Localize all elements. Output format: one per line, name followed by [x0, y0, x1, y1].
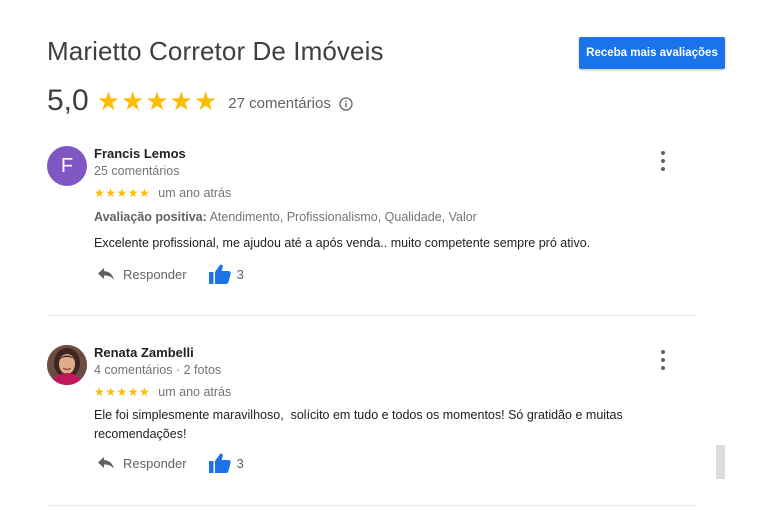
reply-button[interactable]: Responder: [97, 456, 187, 471]
like-button[interactable]: 3: [208, 264, 244, 284]
reply-button[interactable]: Responder: [97, 267, 187, 282]
rating-summary: 5,0 ★★★★★ 27 comentários: [47, 84, 353, 118]
review-rating: ★★★★★ um ano atrás: [94, 383, 654, 401]
average-score: 5,0: [47, 84, 89, 117]
review-item: Renata Zambelli 4 comentários · 2 fotos …: [47, 345, 697, 485]
review-actions: Responder 3: [97, 264, 244, 284]
review-body: Renata Zambelli 4 comentários · 2 fotos …: [94, 345, 654, 444]
thumbs-up-icon: [208, 453, 231, 473]
more-options-icon[interactable]: [655, 151, 671, 171]
review-count: 27 comentários: [228, 94, 331, 112]
avatar[interactable]: [47, 345, 87, 385]
reply-icon: [98, 457, 114, 469]
review-time: um ano atrás: [158, 385, 232, 399]
reviewer-meta: 25 comentários: [94, 164, 180, 178]
reviewer-meta: 4 comentários · 2 fotos: [94, 363, 222, 377]
like-count: 3: [236, 455, 244, 471]
reply-label: Responder: [123, 455, 187, 471]
like-count: 3: [236, 266, 244, 282]
review-text: Ele foi simplesmente maravilhoso, solíci…: [94, 408, 627, 441]
review-time: um ano atrás: [158, 186, 232, 200]
review-stars: ★★★★★: [94, 186, 151, 200]
thumbs-up-icon: [208, 264, 231, 284]
reply-label: Responder: [123, 266, 187, 282]
positive-values: Atendimento, Profissionalismo, Qualidade…: [209, 210, 477, 224]
avatar[interactable]: F: [47, 146, 87, 186]
positive-label: Avaliação positiva:: [94, 210, 207, 224]
review-divider: [47, 505, 697, 506]
info-icon[interactable]: [339, 96, 353, 111]
review-item: F Francis Lemos 25 comentários ★★★★★ um …: [47, 146, 697, 296]
reviewer-name[interactable]: Francis Lemos: [94, 146, 654, 162]
review-rating: ★★★★★ um ano atrás: [94, 184, 654, 202]
positive-aspects: Avaliação positiva: Atendimento, Profiss…: [94, 208, 654, 226]
more-options-icon[interactable]: [655, 350, 671, 370]
review-stars: ★★★★★: [94, 385, 151, 399]
get-more-reviews-button[interactable]: Receba mais avaliações: [579, 37, 725, 69]
business-title: Marietto Corretor De Imóveis: [47, 36, 384, 66]
like-button[interactable]: 3: [208, 453, 244, 473]
review-divider: [47, 315, 697, 316]
reply-icon: [98, 268, 114, 280]
review-text: Excelente profissional, me ajudou até a …: [94, 236, 591, 250]
review-body: Francis Lemos 25 comentários ★★★★★ um an…: [94, 146, 654, 253]
summary-stars: ★★★★★: [96, 86, 219, 116]
review-actions: Responder 3: [97, 453, 244, 473]
reviewer-name[interactable]: Renata Zambelli: [94, 345, 654, 361]
scrollbar-thumb[interactable]: [716, 445, 725, 479]
